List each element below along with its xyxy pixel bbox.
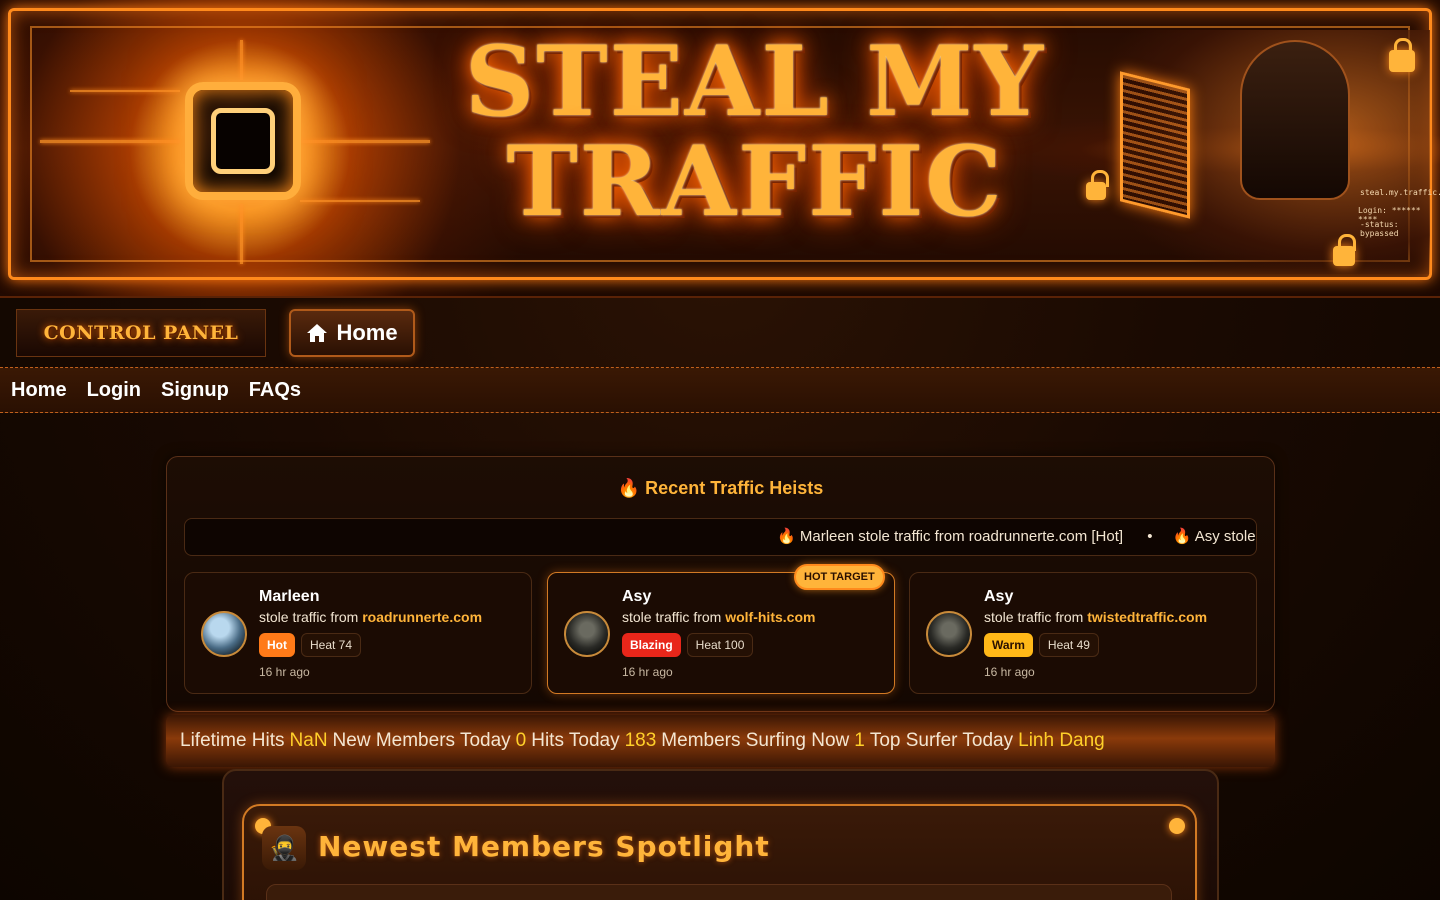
banner-title-line-1: STEAL MY bbox=[464, 25, 1046, 138]
heat-badge: Heat 100 bbox=[686, 633, 754, 657]
heist-badges: Warm Heat 49 bbox=[984, 633, 1099, 657]
stat-value: NaN bbox=[289, 730, 328, 751]
heist-description: stole traffic from roadrunnerte.com bbox=[259, 609, 482, 625]
nav-signup[interactable]: Signup bbox=[161, 379, 229, 402]
banner-code-line: -status: bypassed bbox=[1360, 220, 1399, 238]
heist-description: stole traffic from wolf-hits.com bbox=[622, 609, 815, 625]
lock-icon bbox=[1086, 170, 1109, 200]
heist-card[interactable]: Marleen stole traffic from roadrunnerte.… bbox=[184, 572, 532, 694]
circuit-trace bbox=[300, 140, 430, 143]
heist-site: twistedtraffic.com bbox=[1087, 609, 1208, 625]
circuit-trace bbox=[40, 140, 180, 143]
stat-label: Hits Today bbox=[531, 730, 620, 751]
site-banner: STEAL MY TRAFFIC steal.my.traffic.exe Lo… bbox=[0, 0, 1440, 298]
heist-user-name: Asy bbox=[622, 588, 652, 605]
nav-home[interactable]: Home bbox=[11, 379, 67, 402]
home-icon bbox=[306, 323, 328, 343]
heist-badges: Hot Heat 74 bbox=[259, 633, 362, 657]
site-stats-bar: Lifetime Hits NaN New Members Today 0 Hi… bbox=[166, 715, 1275, 767]
chip-icon bbox=[185, 82, 301, 200]
flame-icon: 🔥 bbox=[617, 478, 641, 498]
nav-faqs[interactable]: FAQs bbox=[249, 379, 301, 402]
hooded-figure bbox=[1240, 40, 1350, 200]
avatar bbox=[564, 611, 610, 657]
heist-prefix: stole traffic from bbox=[259, 609, 363, 625]
nav-login[interactable]: Login bbox=[87, 379, 141, 402]
circuit-trace bbox=[300, 200, 420, 202]
recent-heists-panel: 🔥 Recent Traffic Heists 🔥 Marleen stole … bbox=[166, 456, 1275, 712]
status-badge: Blazing bbox=[622, 633, 681, 657]
flame-icon: 🔥 bbox=[1172, 528, 1192, 545]
circuit-trace bbox=[240, 204, 243, 264]
stat-value: 183 bbox=[624, 730, 657, 751]
home-button-label: Home bbox=[336, 320, 398, 345]
status-badge: Warm bbox=[984, 633, 1033, 657]
heists-title-text: Recent Traffic Heists bbox=[645, 478, 824, 498]
stat-label: New Members Today bbox=[332, 730, 511, 751]
circuit-trace bbox=[240, 40, 243, 80]
lock-icon bbox=[1389, 38, 1415, 72]
heist-prefix: stole traffic from bbox=[984, 609, 1088, 625]
heist-card[interactable]: Asy stole traffic from twistedtraffic.co… bbox=[909, 572, 1257, 694]
stat-label: Top Surfer Today bbox=[869, 730, 1014, 751]
heist-prefix: stole traffic from bbox=[622, 609, 726, 625]
chip-core bbox=[211, 108, 275, 174]
control-panel-logo[interactable]: CONTROL PANEL bbox=[16, 309, 266, 357]
heists-ticker: 🔥 Marleen stole traffic from roadrunnert… bbox=[184, 518, 1257, 556]
heist-time: 16 hr ago bbox=[984, 665, 1035, 679]
spotlight-title: Newest Members Spotlight bbox=[318, 830, 770, 863]
circuit-trace bbox=[70, 90, 180, 92]
decor-dot bbox=[1169, 818, 1185, 834]
heists-title: 🔥 Recent Traffic Heists bbox=[167, 478, 1274, 499]
stat-value: 0 bbox=[515, 730, 527, 751]
avatar bbox=[926, 611, 972, 657]
flame-icon: 🔥 bbox=[777, 528, 796, 545]
heat-badge: Heat 74 bbox=[301, 633, 362, 657]
heist-card[interactable]: HOT TARGET Asy stole traffic from wolf-h… bbox=[547, 564, 895, 694]
ticker-item: Marleen stole traffic from roadrunnerte.… bbox=[799, 528, 1124, 545]
banner-code-line: steal.my.traffic.exe bbox=[1360, 188, 1440, 197]
monitor-icon bbox=[1120, 71, 1190, 219]
stat-value: 1 bbox=[854, 730, 865, 751]
heist-badges: Blazing Heat 100 bbox=[622, 633, 754, 657]
heist-description: stole traffic from twistedtraffic.com bbox=[984, 609, 1207, 625]
avatar bbox=[201, 611, 247, 657]
banner-title-line-2: TRAFFIC bbox=[506, 125, 1004, 238]
status-badge: Hot bbox=[259, 633, 295, 657]
main-nav: Home Login Signup FAQs bbox=[0, 367, 1440, 413]
heist-site: roadrunnerte.com bbox=[362, 609, 483, 625]
stat-value[interactable]: Linh Dang bbox=[1018, 730, 1105, 752]
lock-icon bbox=[1333, 234, 1356, 266]
stat-label: Lifetime Hits bbox=[180, 730, 285, 751]
home-button[interactable]: Home bbox=[289, 309, 415, 357]
heat-badge: Heat 49 bbox=[1038, 633, 1099, 657]
heist-time: 16 hr ago bbox=[259, 665, 310, 679]
ninja-icon: 🥷 bbox=[262, 826, 306, 870]
ticker-track: 🔥 Marleen stole traffic from roadrunnert… bbox=[777, 519, 1256, 555]
hot-target-badge: HOT TARGET bbox=[794, 564, 885, 590]
ticker-separator: • bbox=[1147, 528, 1153, 545]
stat-label: Members Surfing Now bbox=[661, 730, 850, 751]
heist-time: 16 hr ago bbox=[622, 665, 673, 679]
spotlight-member-row bbox=[266, 884, 1172, 900]
heist-site: wolf-hits.com bbox=[725, 609, 816, 625]
ticker-item: Asy stole tr bbox=[1194, 528, 1256, 545]
banner-title: STEAL MY TRAFFIC bbox=[440, 32, 1070, 232]
heist-user-name: Marleen bbox=[259, 588, 320, 605]
heist-user-name: Asy bbox=[984, 588, 1014, 605]
